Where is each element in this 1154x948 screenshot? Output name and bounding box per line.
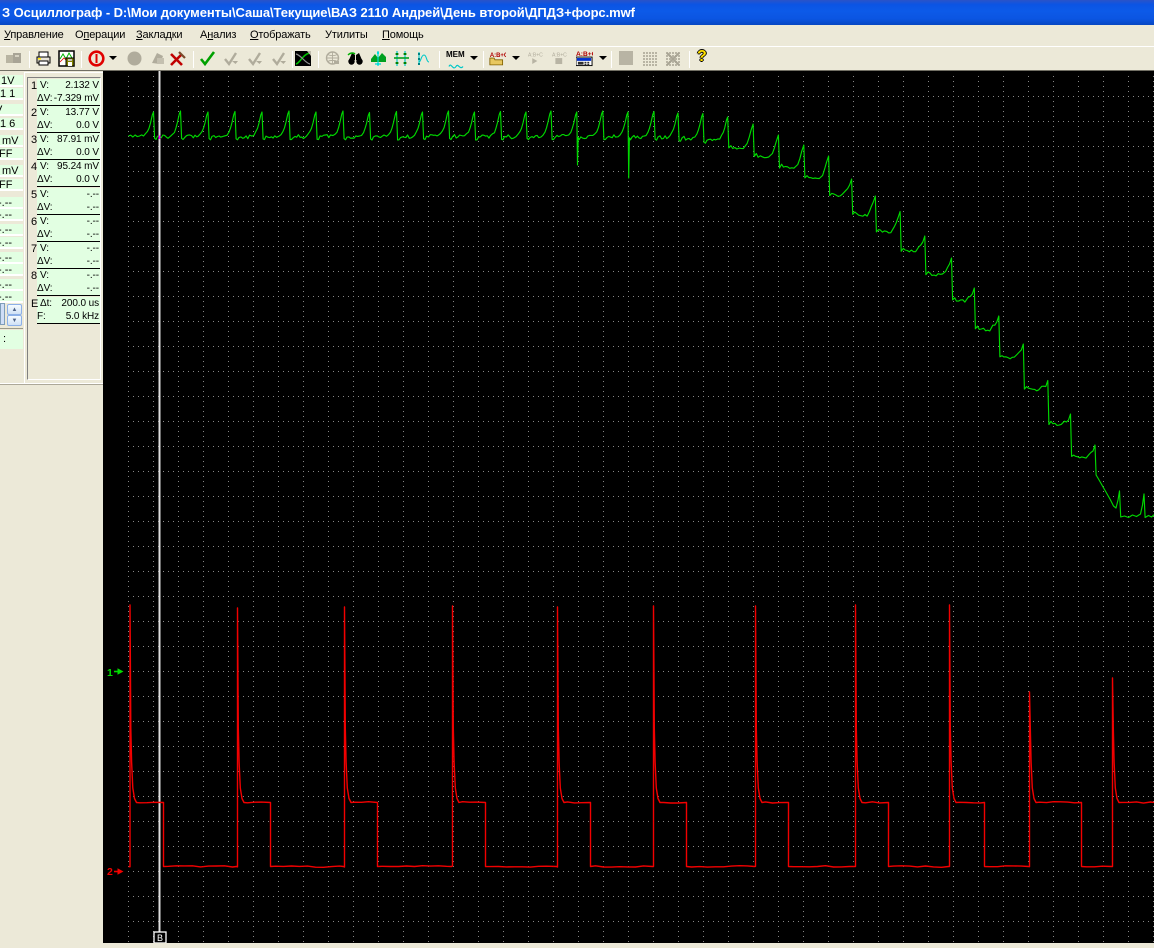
svg-text:2: 2 [107,866,113,878]
svg-text:1: 1 [107,667,113,679]
svg-text:A:B+C: A:B+C [552,52,567,58]
svg-text:B: B [157,933,163,943]
svg-text:A:B+C: A:B+C [528,52,543,58]
